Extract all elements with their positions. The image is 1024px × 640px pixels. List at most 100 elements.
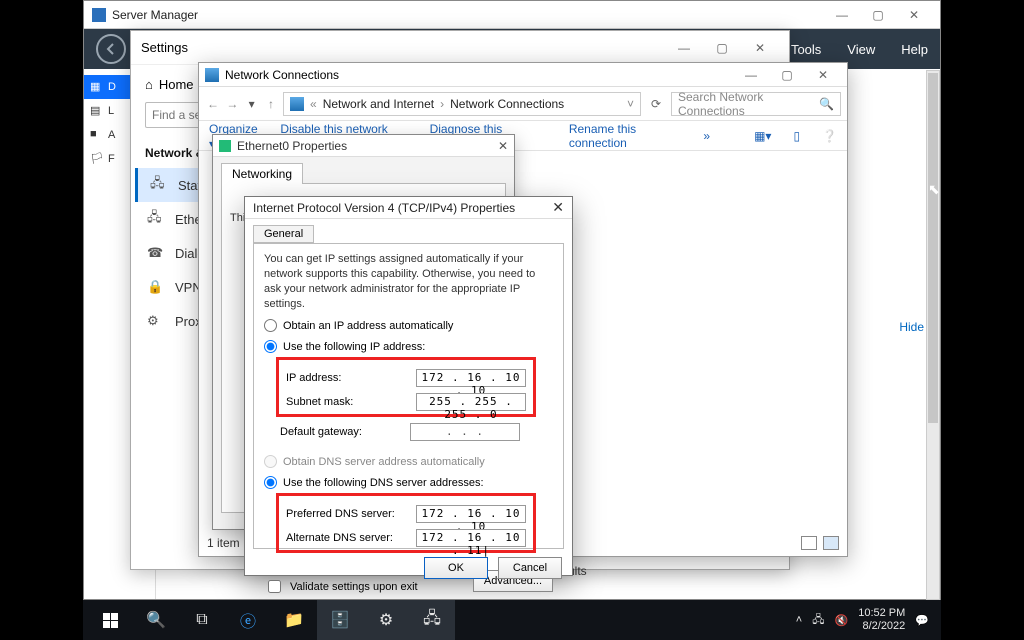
settings-title: Settings bbox=[141, 40, 188, 55]
view-mode[interactable] bbox=[801, 536, 839, 550]
nc-search[interactable]: Search Network Connections 🔍 bbox=[671, 92, 841, 116]
ipv4-properties-dialog: Internet Protocol Version 4 (TCP/IPv4) P… bbox=[244, 196, 573, 576]
icons-view-icon[interactable] bbox=[823, 536, 839, 550]
server-manager-taskbar[interactable]: 🗄️ bbox=[317, 600, 363, 640]
radio-obtain-ip-auto[interactable]: Obtain an IP address automatically bbox=[264, 319, 553, 332]
details-view-icon[interactable] bbox=[801, 536, 817, 550]
close-button[interactable]: ✕ bbox=[805, 64, 841, 86]
nc-title: Network Connections bbox=[225, 68, 339, 82]
vpn-icon: 🔒 bbox=[147, 279, 165, 295]
ipv4-description: You can get IP settings assigned automat… bbox=[264, 252, 553, 311]
system-tray[interactable]: ˄ 🖧 🔇 10:52 PM 8/2/2022 💬 bbox=[788, 607, 937, 632]
radio-use-following-ip[interactable]: Use the following IP address: bbox=[264, 340, 553, 353]
dashboard-icon: ▦ bbox=[90, 80, 104, 94]
scroll-thumb[interactable] bbox=[928, 73, 938, 423]
servers-icon: ■ bbox=[90, 128, 104, 142]
file-services-icon: 🏳 bbox=[90, 152, 104, 166]
tab-general[interactable]: General bbox=[253, 225, 314, 243]
sound-tray-icon[interactable]: 🔇 bbox=[835, 614, 849, 627]
label-ip: IP address: bbox=[286, 372, 416, 384]
label-alternate-dns: Alternate DNS server: bbox=[286, 532, 416, 544]
minimize-button[interactable]: — bbox=[824, 3, 860, 27]
server-manager-title: Server Manager bbox=[112, 8, 198, 22]
label-preferred-dns: Preferred DNS server: bbox=[286, 508, 416, 520]
nav-buttons: ← → ▾ ↑ bbox=[205, 97, 279, 111]
dialup-icon: ☎ bbox=[147, 245, 165, 261]
subnet-mask-field[interactable]: 255 . 255 . 255 . 0 bbox=[416, 393, 526, 411]
close-icon[interactable]: ✕ bbox=[498, 139, 508, 153]
server-icon: ▤ bbox=[90, 104, 104, 118]
preferred-dns-field[interactable]: 172 . 16 . 10 . 10 bbox=[416, 505, 526, 523]
home-icon: ⌂ bbox=[145, 77, 153, 92]
validate-checkbox[interactable]: Validate settings upon exit bbox=[264, 577, 418, 596]
rename-connection[interactable]: Rename this connection bbox=[569, 122, 682, 150]
back-icon[interactable]: ← bbox=[205, 97, 221, 111]
ie-button[interactable]: ⓔ bbox=[225, 600, 271, 640]
search-icon: 🔍 bbox=[819, 97, 834, 111]
back-button[interactable] bbox=[96, 34, 126, 64]
nc-titlebar[interactable]: Network Connections — ▢ ✕ bbox=[199, 63, 847, 87]
ok-button[interactable]: OK bbox=[424, 557, 488, 579]
forward-icon[interactable]: → bbox=[224, 97, 240, 111]
nc-icon bbox=[205, 68, 219, 82]
close-button[interactable]: ✕ bbox=[741, 34, 779, 62]
settings-taskbar[interactable]: ⚙ bbox=[363, 600, 409, 640]
radio-use-following-dns[interactable]: Use the following DNS server addresses: bbox=[264, 476, 553, 489]
tray-up-icon[interactable]: ˄ bbox=[796, 614, 802, 626]
ethernet-title: Ethernet0 Properties bbox=[237, 139, 347, 153]
refresh-icon[interactable]: ⟳ bbox=[645, 93, 667, 115]
highlight-dns-block: Preferred DNS server:172 . 16 . 10 . 10 … bbox=[276, 493, 536, 553]
close-icon[interactable]: ✕ bbox=[552, 199, 564, 216]
notifications-icon[interactable]: 💬 bbox=[915, 614, 929, 627]
recent-icon[interactable]: ▾ bbox=[244, 97, 260, 111]
server-manager-icon bbox=[92, 8, 106, 22]
tab-networking[interactable]: Networking bbox=[221, 163, 303, 184]
proxy-icon: ⚙ bbox=[147, 313, 165, 329]
network-tray-icon[interactable]: 🖧 bbox=[812, 611, 824, 630]
more-icon[interactable]: » bbox=[703, 129, 710, 143]
cancel-button[interactable]: Cancel bbox=[498, 557, 562, 579]
taskbar: 🔍 ⧉ ⓔ 📁 🗄️ ⚙ 🖧 ˄ 🖧 🔇 10:52 PM 8/2/2022 💬 bbox=[83, 600, 941, 640]
start-button[interactable] bbox=[87, 600, 133, 640]
minimize-button[interactable]: — bbox=[733, 64, 769, 86]
nc-path-icon bbox=[290, 97, 304, 111]
settings-titlebar[interactable]: Settings — ▢ ✕ bbox=[131, 31, 789, 65]
search-button[interactable]: 🔍 bbox=[133, 600, 179, 640]
ethernet-titlebar[interactable]: Ethernet0 Properties ✕ bbox=[213, 135, 514, 157]
breadcrumb[interactable]: « Network and Internet › Network Connect… bbox=[283, 92, 641, 116]
hide-link[interactable]: Hide bbox=[899, 320, 924, 334]
nc-taskbar[interactable]: 🖧 bbox=[409, 600, 455, 640]
ipv4-titlebar[interactable]: Internet Protocol Version 4 (TCP/IPv4) P… bbox=[245, 197, 572, 219]
alternate-dns-field[interactable]: 172 . 16 . 10 . 11| bbox=[416, 529, 526, 547]
label-subnet: Subnet mask: bbox=[286, 396, 416, 408]
status-icon: 🖧 bbox=[150, 174, 168, 196]
nc-address-bar: ← → ▾ ↑ « Network and Internet › Network… bbox=[199, 87, 847, 121]
close-button[interactable]: ✕ bbox=[896, 3, 932, 27]
ip-address-field[interactable]: 172 . 16 . 10 . 10 bbox=[416, 369, 526, 387]
desktop: Server Manager — ▢ ✕ Tools View Help ▦D … bbox=[0, 0, 1024, 640]
radio-obtain-dns-auto: Obtain DNS server address automatically bbox=[264, 455, 553, 468]
default-gateway-field[interactable]: . . . bbox=[410, 423, 520, 441]
menu-tools[interactable]: Tools bbox=[791, 42, 821, 57]
maximize-button[interactable]: ▢ bbox=[860, 3, 896, 27]
up-icon[interactable]: ↑ bbox=[263, 97, 279, 111]
view-options-icon[interactable]: ▦▾ bbox=[754, 129, 771, 143]
preview-pane-icon[interactable]: ▯ bbox=[793, 129, 800, 143]
explorer-button[interactable]: 📁 bbox=[271, 600, 317, 640]
ipv4-body: You can get IP settings assigned automat… bbox=[253, 243, 564, 549]
menu-view[interactable]: View bbox=[847, 42, 875, 57]
minimize-button[interactable]: — bbox=[665, 34, 703, 62]
help-icon[interactable]: ❔ bbox=[822, 129, 837, 143]
ipv4-title: Internet Protocol Version 4 (TCP/IPv4) P… bbox=[253, 201, 515, 215]
task-view-button[interactable]: ⧉ bbox=[179, 600, 225, 640]
status-bar: 1 item bbox=[207, 536, 240, 550]
menu-help[interactable]: Help bbox=[901, 42, 928, 57]
chevron-down-icon[interactable]: ˅ bbox=[627, 97, 634, 111]
scrollbar[interactable] bbox=[926, 70, 940, 600]
maximize-button[interactable]: ▢ bbox=[703, 34, 741, 62]
ethernet-icon: 🖧 bbox=[147, 208, 165, 230]
clock[interactable]: 10:52 PM 8/2/2022 bbox=[858, 607, 905, 632]
maximize-button[interactable]: ▢ bbox=[769, 64, 805, 86]
server-manager-titlebar[interactable]: Server Manager — ▢ ✕ bbox=[84, 1, 940, 29]
label-gateway: Default gateway: bbox=[280, 426, 410, 438]
